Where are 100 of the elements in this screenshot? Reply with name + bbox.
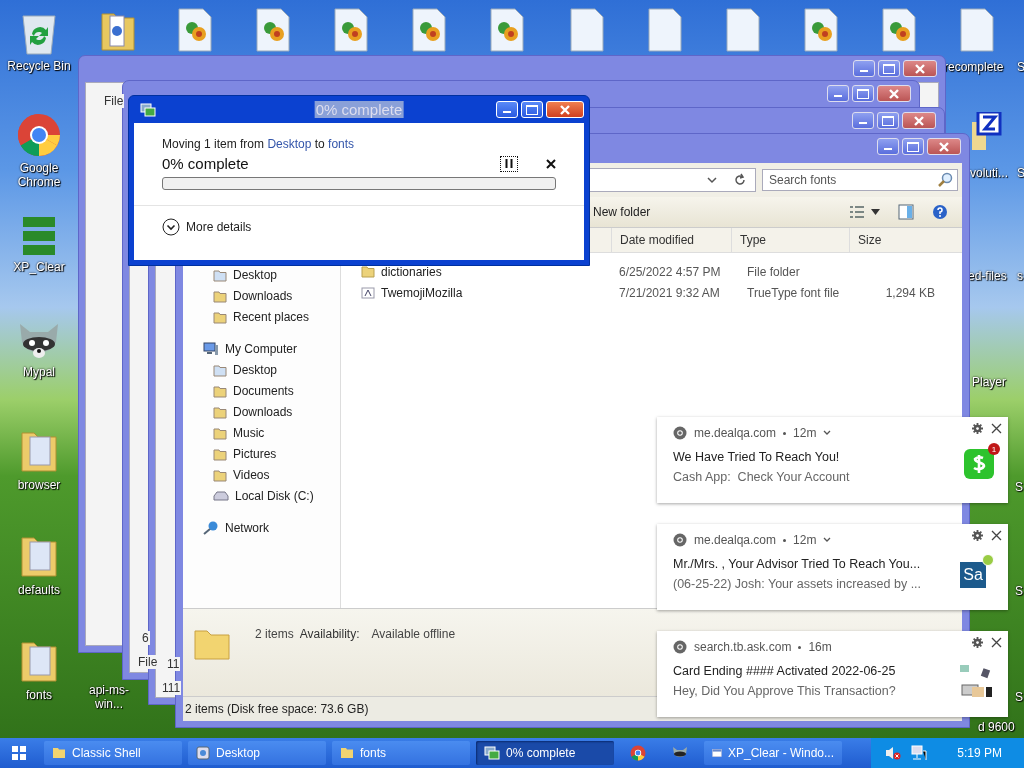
notification-time: 12m [793, 533, 817, 547]
chevron-down-icon[interactable] [707, 176, 717, 184]
chevron-down-icon[interactable] [823, 537, 832, 543]
cancel-button[interactable] [546, 158, 556, 169]
gear-file-icon[interactable] [178, 8, 212, 52]
nav-item[interactable]: My Computer [183, 338, 340, 359]
folder-icon [213, 288, 227, 303]
notification-source: me.dealqa.com [694, 426, 777, 440]
nav-item[interactable]: Desktop [183, 264, 340, 285]
file-row[interactable]: dictionaries 6/25/2022 4:57 PM File folder [341, 261, 962, 282]
close-icon[interactable] [991, 423, 1002, 434]
file-row[interactable]: TwemojiMozilla 7/21/2021 9:32 AM TrueType font file 1,294 KB [341, 282, 962, 303]
column-header[interactable]: Date modified [611, 228, 731, 252]
nav-item[interactable]: Desktop [183, 359, 340, 380]
copy-icon [140, 102, 156, 117]
maximize-button[interactable] [877, 112, 899, 129]
minimize-button[interactable] [877, 138, 899, 155]
pause-button[interactable] [500, 155, 518, 172]
desktop-icon-label[interactable]: S [1015, 480, 1023, 494]
file-icon[interactable] [960, 8, 994, 52]
maximize-button[interactable] [878, 60, 900, 77]
desktop-icon-label[interactable]: api-ms-win... [76, 683, 142, 711]
nav-item[interactable]: Downloads [183, 401, 340, 422]
close-icon[interactable] [991, 637, 1002, 648]
nav-item[interactable]: Recent places [183, 306, 340, 327]
view-options-icon[interactable] [849, 205, 865, 219]
destination-link[interactable]: fonts [328, 137, 355, 151]
notification-card[interactable]: me.dealqa.com 12m Mr./Mrs. , Your Advisor Tried To Reach You... (06-25-22) Josh: Your assets increased by ... Sa [657, 524, 1008, 610]
taskbar-button[interactable]: Desktop [188, 741, 326, 765]
nav-item[interactable]: Downloads [183, 285, 340, 306]
settings-icon[interactable] [972, 423, 983, 434]
help-icon[interactable] [932, 204, 948, 220]
search-field[interactable]: Search fonts [762, 169, 958, 191]
network-icon[interactable] [911, 745, 928, 761]
search-icon[interactable] [937, 172, 953, 188]
gear-file-icon[interactable] [412, 8, 446, 52]
nav-item[interactable]: Network [183, 517, 340, 538]
close-button[interactable] [877, 85, 911, 102]
desktop-icon-label[interactable]: browser [17, 478, 61, 492]
settings-icon[interactable] [972, 637, 983, 648]
column-header[interactable]: Size [849, 228, 929, 252]
separator-dot-icon [798, 645, 802, 649]
nav-item[interactable]: Pictures [183, 443, 340, 464]
new-folder-button[interactable]: New folder [593, 205, 651, 219]
nav-item[interactable]: Local Disk (C:) [183, 485, 340, 506]
notification-card[interactable]: me.dealqa.com 12m We Have Tried To Reach You! Cash App: Check Your Account 1 [657, 417, 1008, 503]
file-icon[interactable] [648, 8, 682, 52]
file-icon[interactable] [726, 8, 760, 52]
close-icon [914, 115, 924, 126]
caret-icon[interactable] [871, 209, 880, 215]
notification-title: We Have Tried To Reach You! [673, 450, 841, 464]
maximize-button[interactable] [902, 138, 924, 155]
notification-card[interactable]: search.tb.ask.com 16m Card Ending #### Activated 2022-06-25 Hey, Did You Approve This Transaction? [657, 631, 1008, 717]
close-icon [546, 158, 556, 169]
gear-file-icon[interactable] [256, 8, 290, 52]
taskbar-button[interactable]: XP_Clear - Windo... [704, 741, 842, 765]
clock[interactable]: 5:19 PM [957, 746, 1002, 760]
close-button[interactable] [902, 112, 936, 129]
gear-file-icon[interactable] [334, 8, 368, 52]
moving-description: Moving 1 item from Desktop to fonts [162, 137, 356, 151]
desktop-icon-label[interactable]: S [1017, 60, 1024, 74]
nav-item[interactable]: Documents [183, 380, 340, 401]
desktop-icon-label[interactable]: fonts [26, 688, 52, 702]
close-button[interactable] [903, 60, 937, 77]
gear-file-icon[interactable] [804, 8, 838, 52]
close-button[interactable] [927, 138, 961, 155]
desktop-icon-label[interactable]: defaults [18, 583, 60, 597]
chevron-down-icon[interactable] [823, 430, 832, 436]
refresh-icon[interactable] [733, 173, 747, 187]
nav-item[interactable]: Music [183, 422, 340, 443]
minimize-button[interactable] [853, 60, 875, 77]
desktop-icon-label[interactable]: d 9600 [978, 720, 1015, 734]
window-text: 111 [161, 681, 182, 695]
minimize-button[interactable] [827, 85, 849, 102]
source-link[interactable]: Desktop [267, 137, 312, 151]
desktop-icon-label[interactable]: S [1015, 584, 1023, 598]
network-icon [203, 520, 219, 535]
taskbar-button[interactable]: 0% complete [476, 741, 614, 765]
desktop-icon-label[interactable]: recomplete [944, 60, 1004, 74]
taskbar-button[interactable]: Classic Shell [44, 741, 182, 765]
file-icon[interactable] [570, 8, 604, 52]
muted-speaker-icon[interactable] [885, 745, 902, 761]
preview-pane-icon[interactable] [898, 204, 914, 220]
gear-file-icon[interactable] [490, 8, 524, 52]
notification-source: search.tb.ask.com [694, 640, 792, 654]
gear-file-icon[interactable] [882, 8, 916, 52]
chrome-icon[interactable] [16, 112, 62, 158]
windows-logo-icon [12, 746, 26, 760]
settings-icon[interactable] [972, 530, 983, 541]
minimize-button[interactable] [852, 112, 874, 129]
column-header[interactable]: Type [731, 228, 849, 252]
close-icon[interactable] [991, 530, 1002, 541]
taskbar-button[interactable]: fonts [332, 741, 470, 765]
nav-item[interactable]: Videos [183, 464, 340, 485]
more-details-button[interactable]: More details [162, 218, 252, 236]
maximize-button[interactable] [852, 85, 874, 102]
desktop-icon-label[interactable]: S [1015, 690, 1023, 704]
notification-body: Hey, Did You Approve This Transaction? [673, 684, 897, 698]
separator-dot-icon [783, 431, 787, 435]
desktop-icon-label[interactable]: Recycle Bin [7, 59, 71, 73]
